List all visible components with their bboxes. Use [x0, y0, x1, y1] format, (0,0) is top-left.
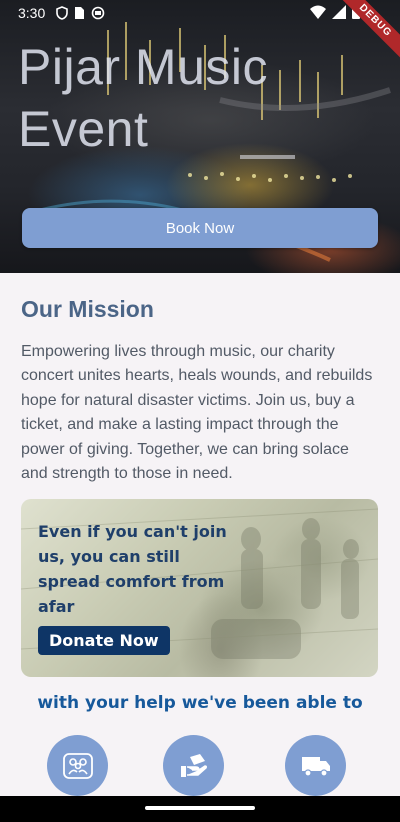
status-left-icons — [56, 6, 105, 23]
cellular-signal-icon — [332, 5, 346, 22]
status-bar: 3:30 — [0, 0, 400, 26]
book-now-button[interactable]: Book Now — [22, 208, 378, 248]
donate-now-button[interactable]: Donate Now — [38, 626, 170, 655]
app-screen: Pijar Music Event Book Now 3:30 DEBUG Ou… — [0, 0, 400, 822]
donate-message: Even if you can't join us, you can still… — [38, 522, 227, 616]
event-title: Pijar Music Event — [18, 39, 268, 157]
mission-description: Empowering lives through music, our char… — [21, 343, 373, 483]
hero-banner: Pijar Music Event Book Now — [0, 0, 400, 273]
sync-icon — [91, 6, 105, 23]
mission-title: Our Mission — [21, 296, 154, 322]
impact-item-donations[interactable] — [163, 735, 224, 796]
sim-card-icon — [74, 6, 85, 23]
shield-icon — [56, 6, 68, 23]
wifi-icon — [310, 5, 326, 22]
donate-card: Even if you can't join us, you can still… — [21, 499, 378, 677]
system-navigation-bar — [0, 796, 400, 822]
impact-heading: with your help we've been able to — [37, 693, 363, 713]
impact-item-people[interactable] — [47, 735, 108, 796]
home-indicator[interactable] — [145, 806, 255, 810]
status-time: 3:30 — [18, 5, 46, 21]
delivery-truck-icon — [301, 756, 330, 777]
people-group-icon — [62, 752, 93, 779]
donation-hand-icon — [180, 753, 207, 777]
impact-item-deliveries[interactable] — [285, 735, 346, 796]
